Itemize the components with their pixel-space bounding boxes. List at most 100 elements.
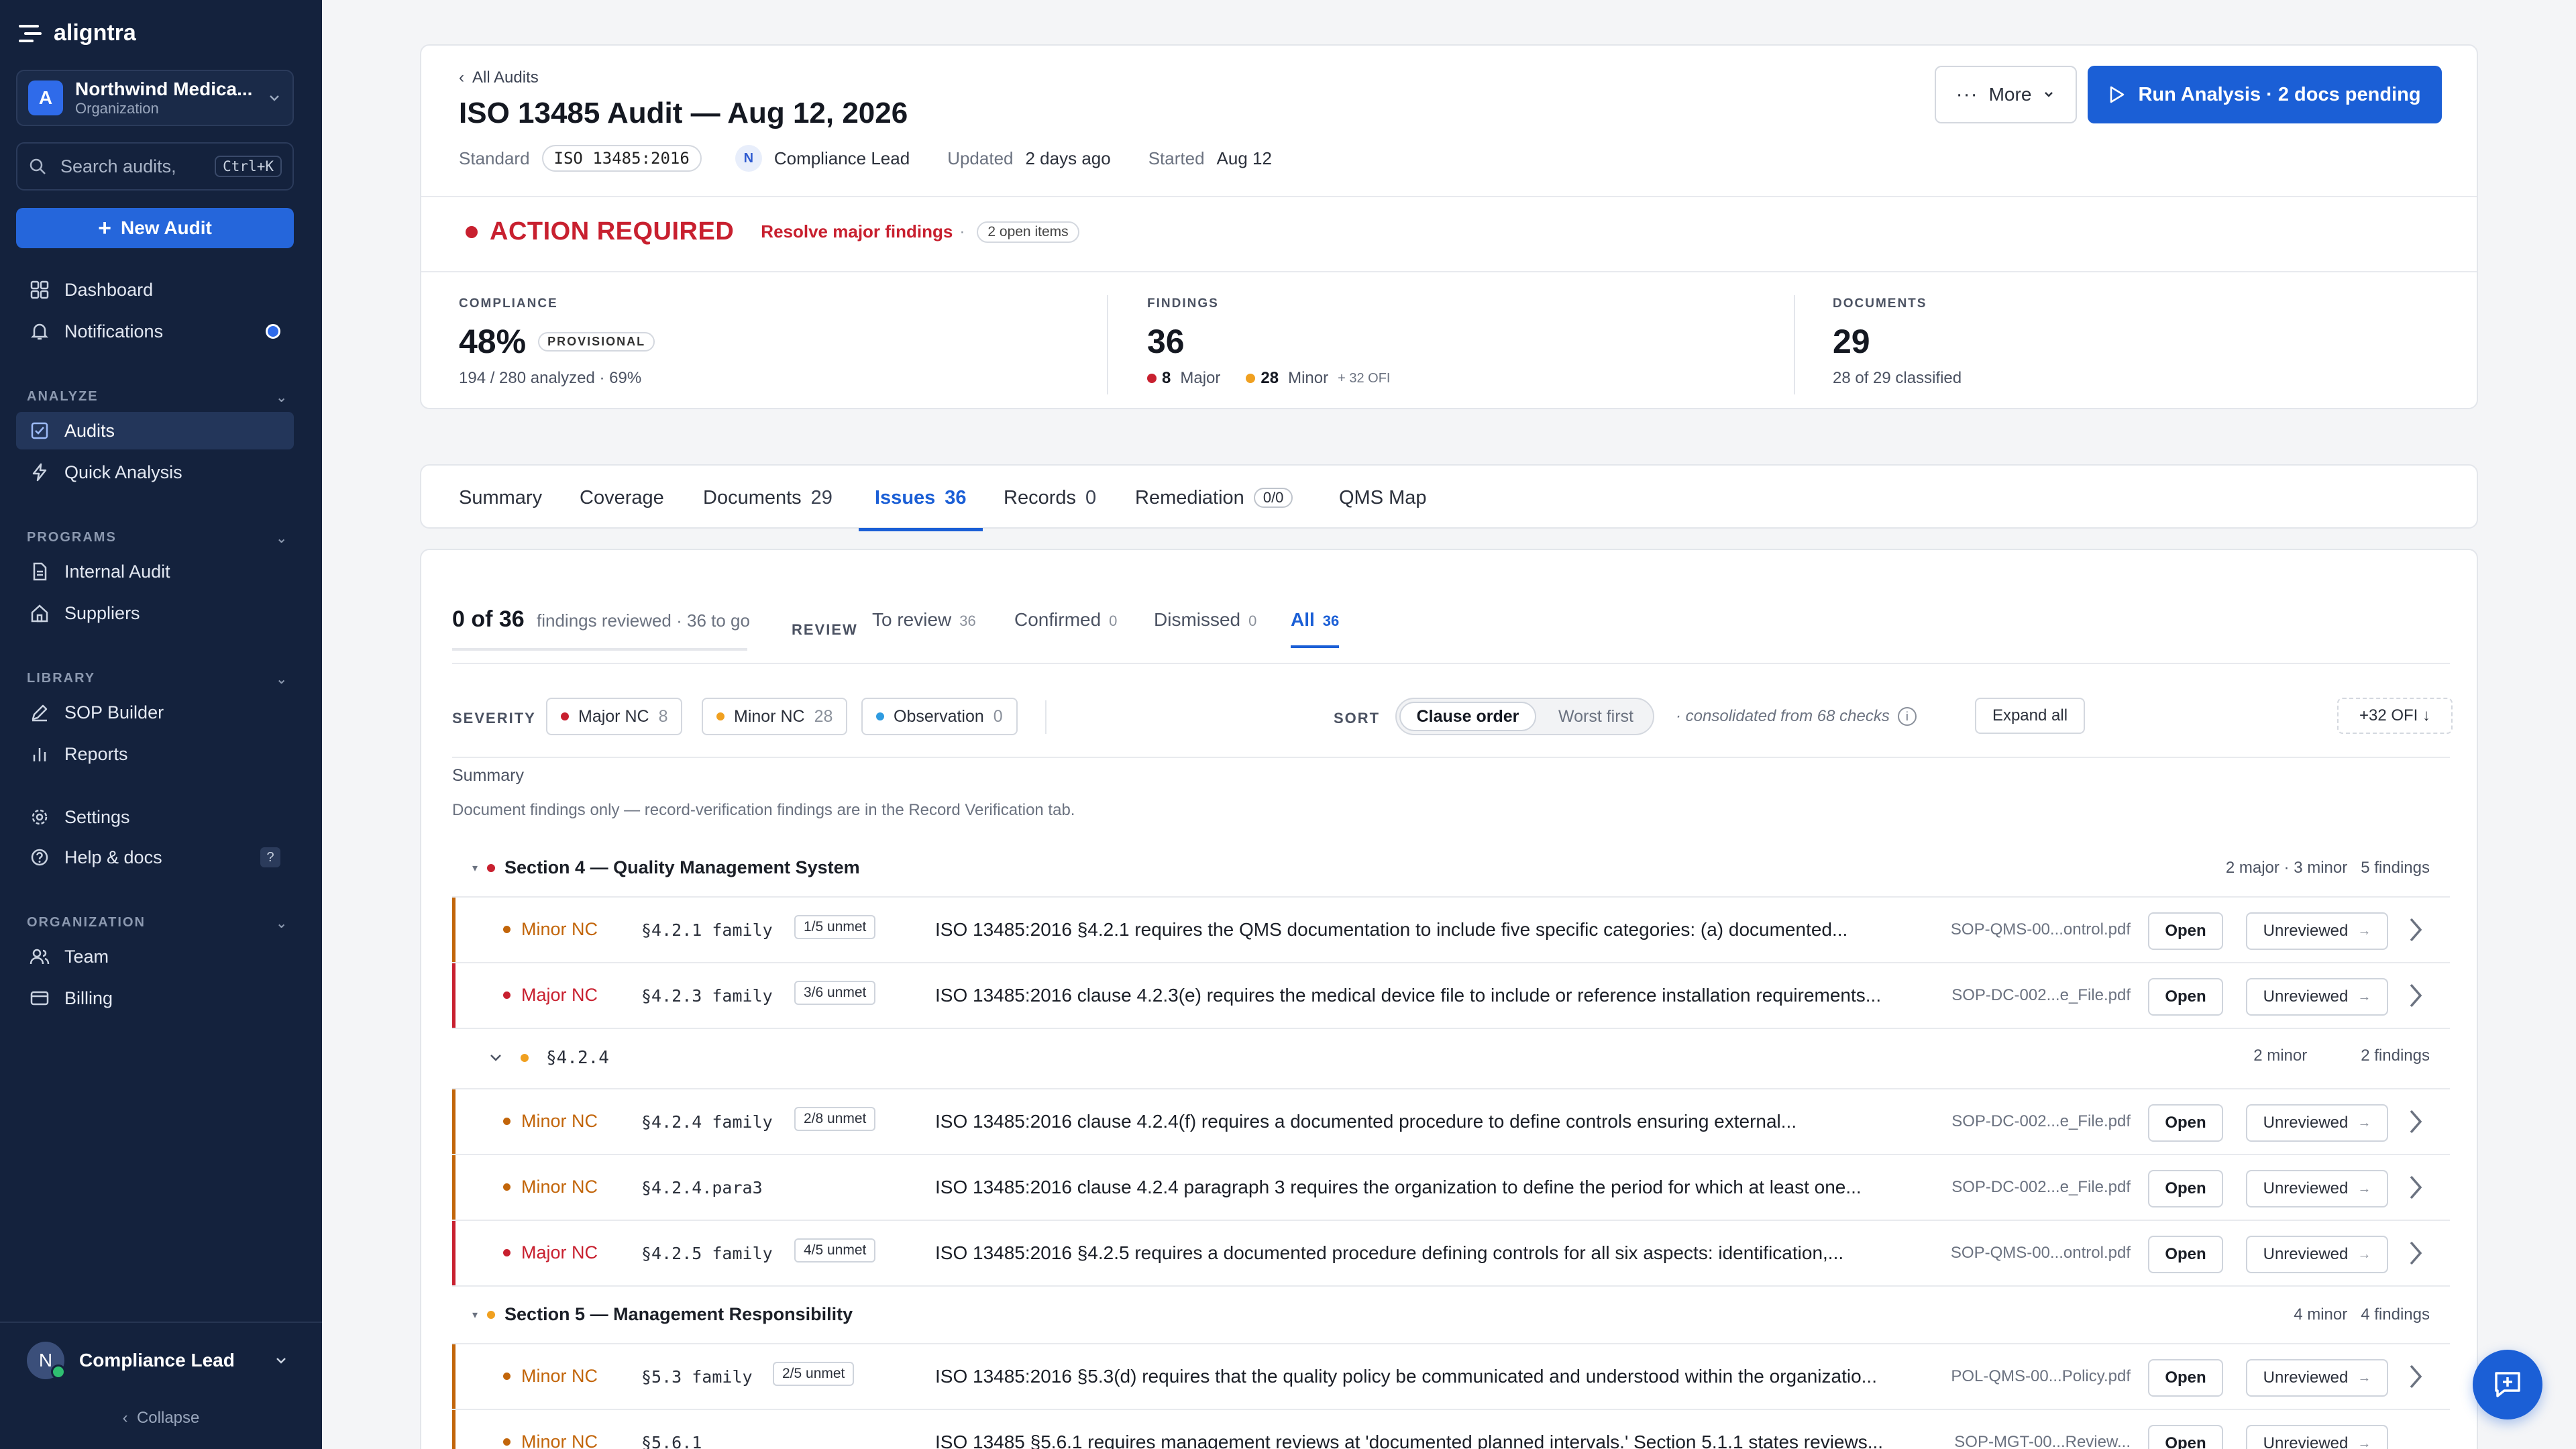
status-dropdown[interactable]: Unreviewed →: [2246, 1236, 2388, 1273]
divider: [1045, 700, 1046, 734]
sidebar-item-dashboard[interactable]: Dashboard: [16, 271, 294, 309]
nav-section-library[interactable]: LIBRARY ⌄: [27, 671, 288, 688]
sidebar-item-team[interactable]: Team: [16, 938, 294, 975]
tab-issues[interactable]: Issues 36: [859, 466, 983, 531]
search-input[interactable]: Search audits, Ctrl+K: [16, 142, 294, 191]
chevron-right-icon[interactable]: [2406, 981, 2426, 1010]
review-tab-all[interactable]: All 36: [1291, 609, 1340, 648]
table-row[interactable]: Major NC §4.2.3 family 3/6 unmet ISO 134…: [452, 963, 2450, 1029]
status-dropdown[interactable]: Unreviewed →: [2246, 912, 2388, 950]
file-name[interactable]: SOP-DC-002...e_File.pdf: [1951, 1178, 2131, 1197]
status-dropdown[interactable]: Unreviewed →: [2246, 1104, 2388, 1142]
sidebar-item-internal-audit[interactable]: Internal Audit: [16, 553, 294, 590]
open-button[interactable]: Open: [2148, 1104, 2223, 1142]
sidebar-item-billing[interactable]: Billing: [16, 979, 294, 1017]
review-tab-dismissed[interactable]: Dismissed 0: [1154, 609, 1256, 631]
chevron-right-icon[interactable]: [2406, 915, 2426, 945]
ofi-toggle-button[interactable]: +32 OFI ↓: [2337, 698, 2453, 734]
tab-remediation[interactable]: Remediation 0/0: [1135, 466, 1293, 530]
sidebar-item-help[interactable]: Help & docs ?: [16, 839, 294, 876]
nav-section-organization[interactable]: ORGANIZATION ⌄: [27, 915, 288, 932]
table-row[interactable]: Minor NC §5.3 family 2/5 unmet ISO 13485…: [452, 1344, 2450, 1410]
status-dropdown[interactable]: Unreviewed →: [2246, 1425, 2388, 1449]
sidebar-item-settings[interactable]: Settings: [16, 798, 294, 836]
severity-bar: [452, 1089, 455, 1154]
review-tab-confirmed[interactable]: Confirmed 0: [1014, 609, 1117, 631]
tab-documents[interactable]: Documents 29: [703, 466, 833, 530]
status-label: Unreviewed: [2263, 987, 2349, 1006]
started-value: Aug 12: [1216, 148, 1272, 168]
sidebar-item-sop-builder[interactable]: SOP Builder: [16, 694, 294, 731]
subsection-header-4-2-4[interactable]: §4.2.4 2 minor 2 findings: [452, 1029, 2450, 1089]
table-row[interactable]: Minor NC §5.6.1 ISO 13485 §5.6.1 require…: [452, 1410, 2450, 1449]
tab-summary[interactable]: Summary: [459, 466, 542, 530]
sidebar-item-quick-analysis[interactable]: Quick Analysis: [16, 453, 294, 491]
open-button[interactable]: Open: [2148, 978, 2223, 1016]
sidebar-item-audits[interactable]: Audits: [16, 412, 294, 449]
pencil-icon: [32, 704, 48, 722]
run-analysis-button[interactable]: Run Analysis · 2 docs pending: [2088, 66, 2442, 123]
chevron-right-icon[interactable]: [2406, 1362, 2426, 1391]
chevron-right-icon[interactable]: [2406, 1173, 2426, 1202]
sidebar-item-suppliers[interactable]: Suppliers: [16, 594, 294, 632]
chevron-down-icon: [2045, 92, 2053, 97]
file-name[interactable]: SOP-MGT-00...Review...: [1954, 1433, 2131, 1449]
expand-all-button[interactable]: Expand all: [1975, 698, 2085, 734]
status-dropdown[interactable]: Unreviewed →: [2246, 1170, 2388, 1208]
more-button[interactable]: ··· More: [1935, 66, 2077, 123]
tab-records[interactable]: Records 0: [1004, 466, 1096, 530]
logo[interactable]: aligntra: [19, 20, 136, 46]
action-sub[interactable]: Resolve major findings: [761, 221, 953, 242]
table-row[interactable]: Minor NC §4.2.4 family 2/8 unmet ISO 134…: [452, 1089, 2450, 1155]
review-tab-to-review[interactable]: To review 36: [872, 609, 976, 631]
owner-name: Compliance Lead: [773, 148, 910, 168]
file-name[interactable]: SOP-QMS-00...ontrol.pdf: [1951, 920, 2131, 939]
open-items-badge[interactable]: 2 open items: [977, 221, 1079, 243]
tab-qms-map[interactable]: QMS Map: [1339, 466, 1427, 530]
table-row[interactable]: Minor NC §4.2.4.para3 ISO 13485:2016 cla…: [452, 1155, 2450, 1221]
sort-label: SORT: [1334, 710, 1381, 727]
sidebar-item-notifications[interactable]: Notifications: [16, 313, 294, 350]
nav-section-programs[interactable]: PROGRAMS ⌄: [27, 530, 288, 547]
status-dropdown[interactable]: Unreviewed →: [2246, 1359, 2388, 1397]
sidebar-item-reports[interactable]: Reports: [16, 735, 294, 773]
file-name[interactable]: SOP-QMS-00...ontrol.pdf: [1951, 1244, 2131, 1263]
file-name[interactable]: POL-QMS-00...Policy.pdf: [1951, 1367, 2131, 1386]
table-row[interactable]: Minor NC §4.2.1 family 1/5 unmet ISO 134…: [452, 898, 2450, 963]
section-header-5[interactable]: ▾ Section 5 — Management Responsibility 4…: [452, 1287, 2450, 1344]
chat-fab-button[interactable]: [2473, 1350, 2542, 1419]
status-dropdown[interactable]: Unreviewed →: [2246, 978, 2388, 1016]
filter-minor-nc[interactable]: Minor NC 28: [702, 698, 848, 735]
section-header-4[interactable]: ▾ Section 4 — Quality Management System 2…: [452, 840, 2450, 898]
collapse-button[interactable]: ‹ Collapse: [0, 1409, 322, 1428]
summary-text: Document findings only — record-verifica…: [452, 801, 1075, 819]
filter-observation[interactable]: Observation 0: [861, 698, 1018, 735]
info-icon[interactable]: i: [1897, 707, 1917, 726]
back-link[interactable]: ‹ All Audits: [459, 68, 539, 87]
bell-icon: [30, 323, 49, 340]
file-name[interactable]: SOP-DC-002...e_File.pdf: [1951, 986, 2131, 1005]
new-audit-button[interactable]: + New Audit: [16, 208, 294, 248]
open-button[interactable]: Open: [2148, 1425, 2223, 1449]
open-button[interactable]: Open: [2148, 1170, 2223, 1208]
table-row[interactable]: Major NC §4.2.5 family 4/5 unmet ISO 134…: [452, 1221, 2450, 1287]
chevron-right-icon[interactable]: [2406, 1107, 2426, 1136]
open-button[interactable]: Open: [2148, 1236, 2223, 1273]
sort-clause-order[interactable]: Clause order: [1399, 702, 1536, 731]
tab-coverage[interactable]: Coverage: [580, 466, 664, 530]
chevron-right-icon[interactable]: [2406, 1238, 2426, 1268]
filter-major-nc[interactable]: Major NC 8: [546, 698, 683, 735]
nav-section-analyze[interactable]: ANALYZE ⌄: [27, 389, 288, 406]
tab-count: 29: [810, 486, 833, 508]
user-menu[interactable]: N Compliance Lead: [27, 1342, 288, 1379]
open-button[interactable]: Open: [2148, 912, 2223, 950]
org-switcher[interactable]: A Northwind Medica... Organization: [16, 70, 294, 126]
file-name[interactable]: SOP-DC-002...e_File.pdf: [1951, 1112, 2131, 1131]
findings-label: FINDINGS: [1147, 297, 1219, 311]
document-icon: [33, 562, 47, 581]
review-label: REVIEW: [792, 621, 858, 638]
sort-worst-first[interactable]: Worst first: [1546, 702, 1646, 731]
open-button[interactable]: Open: [2148, 1359, 2223, 1397]
bar-chart-icon: [33, 748, 46, 761]
standard-badge: ISO 13485:2016: [541, 145, 702, 172]
